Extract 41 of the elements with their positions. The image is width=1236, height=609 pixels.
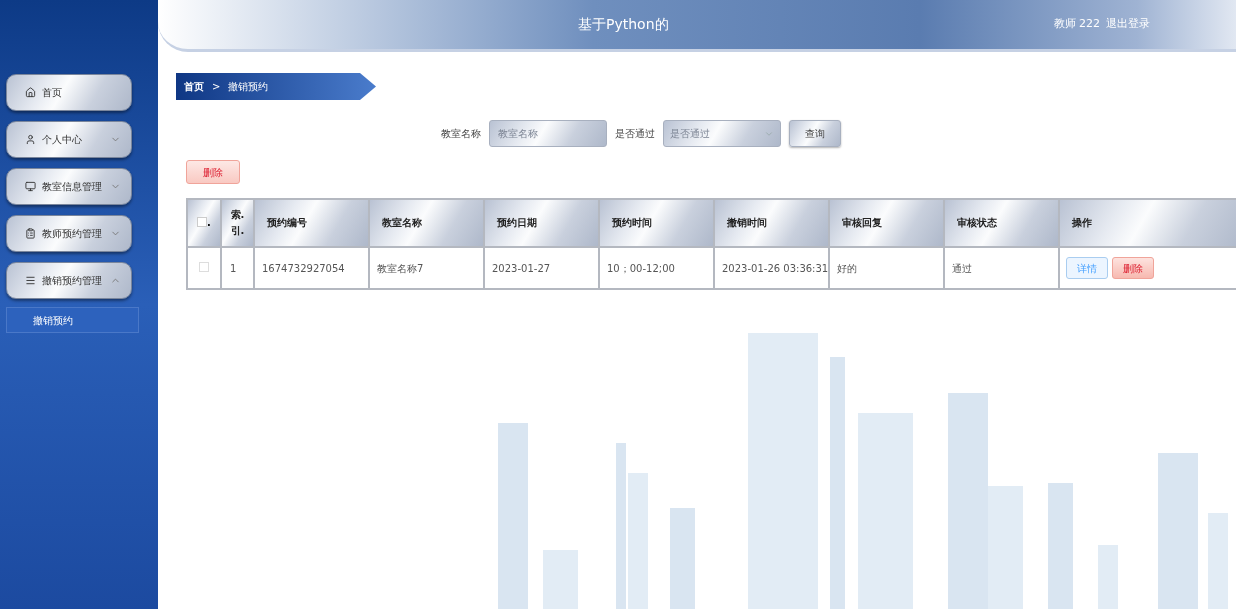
field-label: 是否通过 <box>615 127 655 141</box>
clipboard-icon <box>25 228 36 239</box>
table-cell: 通过 <box>944 247 1059 289</box>
table-cell: 1674732927054 <box>254 247 369 289</box>
delete-button[interactable]: 删除 <box>186 160 240 184</box>
home-icon <box>25 87 36 98</box>
sidebar-item[interactable]: 撤销预约管理 <box>6 262 132 299</box>
table-cell: 1 <box>221 247 254 289</box>
sidebar-item[interactable]: 首页 <box>6 74 132 111</box>
breadcrumb-current: 撤销预约 <box>228 80 269 94</box>
checkbox[interactable] <box>197 217 208 228</box>
monitor-icon <box>25 181 36 192</box>
app-title: 基于Python的 <box>578 15 669 34</box>
column-header: 预约编号 <box>254 199 369 247</box>
column-header: 审核状态 <box>944 199 1059 247</box>
table-cell: 2023-01-27 <box>484 247 599 289</box>
column-header: 教室名称 <box>369 199 484 247</box>
table-cell: 10；00-12;00 <box>599 247 714 289</box>
column-header: 操作 <box>1059 199 1236 247</box>
column-header: 预约日期 <box>484 199 599 247</box>
table-cell: 好的 <box>829 247 944 289</box>
column-header: 预约时间 <box>599 199 714 247</box>
table-cell: 教室名称7 <box>369 247 484 289</box>
column-header: 索. 引. <box>221 199 254 247</box>
sidebar-item[interactable]: 个人中心 <box>6 121 132 158</box>
search-button[interactable]: 查询 <box>789 120 841 147</box>
header-text: . <box>207 215 211 230</box>
input-field[interactable]: 教室名称 <box>489 120 607 147</box>
user-name: 教师 222 <box>1053 16 1100 33</box>
sidebar-item[interactable]: 教室信息管理 <box>6 168 132 205</box>
breadcrumb-home[interactable]: 首页 <box>184 79 204 94</box>
column-header: 撤销时间 <box>714 199 829 247</box>
breadcrumb-separator: > <box>212 80 221 94</box>
checkbox[interactable] <box>199 261 209 272</box>
submenu-item[interactable]: 撤销预约 <box>6 307 139 333</box>
user-icon <box>25 134 36 145</box>
column-header: 审核回复 <box>829 199 944 247</box>
sidebar-item[interactable]: 教师预约管理 <box>6 215 132 252</box>
field-label: 教室名称 <box>441 127 481 141</box>
menu-icon <box>25 275 36 286</box>
table-cell: 2023-01-26 03:36:31 <box>714 247 829 289</box>
